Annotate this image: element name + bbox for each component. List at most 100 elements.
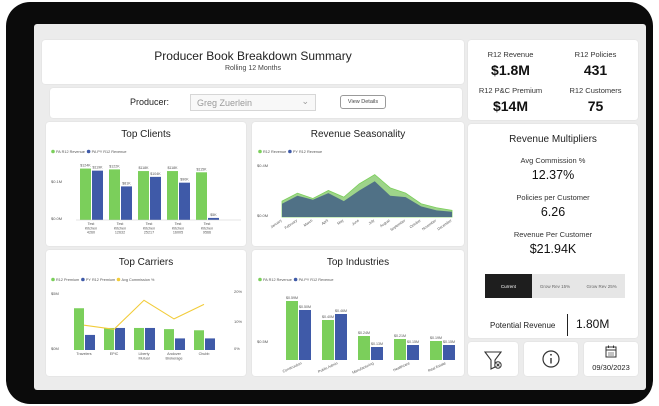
y-tick-label: $0.4M — [257, 163, 268, 168]
multiplier-label: Avg Commission % — [520, 156, 586, 165]
bar — [430, 341, 442, 360]
data-label: $118K — [138, 166, 149, 170]
scenario-grow-25-button[interactable]: Grow Rev 25% — [578, 274, 625, 298]
producer-dropdown[interactable]: Greg Zuerlein ⌄ — [190, 94, 316, 111]
data-label: $0.19M — [430, 336, 442, 340]
bar — [74, 308, 84, 350]
producer-label: Producer: — [130, 97, 170, 107]
bar — [85, 334, 95, 350]
kpi-r12-customers: R12 Customers 75 — [553, 86, 638, 114]
data-label: $90K — [180, 178, 189, 182]
page-subtitle: Rolling 12 Months — [224, 65, 282, 72]
reset-filters-button[interactable] — [468, 342, 518, 376]
x-tick-label: 9566 — [203, 231, 211, 235]
legend-label: R12 Premium — [56, 278, 79, 282]
data-label: $0.59M — [286, 296, 298, 300]
x-tick-label: November — [421, 218, 438, 231]
kpi-label: R12 Policies — [574, 50, 617, 59]
legend-label: PY R12 Revenue — [293, 150, 322, 154]
legend-marker — [86, 149, 91, 154]
kpi-r12-pc-premium: R12 P&C Premium $14M — [468, 86, 553, 114]
data-label: $118K — [167, 166, 178, 170]
kpi-r12-policies: R12 Policies 431 — [553, 50, 638, 78]
kpi-card: R12 Revenue $1.8M R12 Policies 431 R12 P… — [468, 40, 638, 120]
data-label: $0.21M — [394, 334, 406, 338]
legend-marker — [288, 149, 292, 154]
data-label: $122K — [109, 164, 120, 168]
bar — [286, 301, 298, 360]
x-tick-label: Construction — [282, 361, 302, 373]
date-card: 09/30/2023 — [584, 342, 638, 376]
x-tick-label: June — [351, 219, 360, 227]
data-label: $115K — [196, 167, 207, 171]
bar — [194, 330, 204, 350]
legend-marker — [293, 277, 298, 282]
multiplier-value: 6.26 — [540, 205, 566, 219]
kpi-value: 75 — [587, 98, 604, 114]
x-tick-label: Manufacturing — [352, 361, 375, 375]
producer-value: Greg Zuerlein — [197, 98, 253, 108]
chevron-down-icon: ⌄ — [301, 96, 309, 106]
multiplier-policies-per-customer: Policies per Customer 6.26 — [468, 193, 638, 219]
info-icon — [542, 350, 560, 368]
data-label: $104K — [150, 172, 161, 176]
y-tick-label: $5M — [51, 291, 59, 296]
dashboard-screen: Producer Book Breakdown Summary Rolling … — [34, 24, 646, 390]
bar — [150, 176, 161, 220]
bar — [322, 320, 334, 360]
x-tick-label: Travelers — [76, 352, 91, 356]
potential-revenue: Potential Revenue 1.80M — [468, 312, 638, 336]
data-label: $124K — [80, 164, 91, 168]
bar — [164, 329, 174, 350]
legend-label: PA R12 Revenue — [56, 150, 85, 154]
top-clients-svg: PA R12 Revenue PA PY R12 Revenue $0.1M $0.0… — [51, 149, 241, 235]
y-tick-label: $0.1M — [51, 179, 62, 184]
kpi-value: 431 — [583, 62, 608, 78]
data-label: $0.24M — [358, 331, 370, 335]
legend-marker — [51, 277, 55, 282]
legend-label: PY R12 Premium — [86, 278, 115, 282]
x-tick-label: July — [368, 218, 376, 225]
data-label: $0.50M — [299, 305, 311, 309]
x-tick-label: March — [303, 219, 313, 228]
bar — [138, 171, 149, 220]
bar — [394, 339, 406, 360]
scenario-current-button[interactable]: Current — [485, 274, 532, 298]
data-label: $0.15M — [443, 340, 455, 344]
kpi-r12-revenue: R12 Revenue $1.8M — [468, 50, 553, 78]
top-clients-chart: Top Clients PA R12 Revenue PA PY R12 Reve… — [46, 122, 246, 246]
producer-filter-bar: Producer: Greg Zuerlein ⌄ View Details — [50, 88, 462, 118]
top-carriers-svg: R12 Premium PY R12 Premium Avg Commission … — [51, 277, 242, 360]
data-label: $0.40M — [322, 315, 334, 319]
kpi-value: $14M — [492, 98, 529, 114]
legend-label: PA R12 Revenue — [263, 278, 292, 282]
top-industries-svg: PA R12 Revenue PA PY R12 Revenue $0.5M $0.5… — [257, 277, 455, 375]
view-details-button[interactable]: View Details — [340, 95, 386, 109]
x-tick-label: April — [321, 218, 329, 226]
legend-label: Avg Commission % — [122, 278, 155, 282]
bar — [179, 182, 190, 220]
y-tick-label: $0M — [51, 346, 59, 351]
bar — [115, 327, 125, 350]
multiplier-avg-commission: Avg Commission % 12.37% — [468, 156, 638, 182]
x-tick-label: October — [409, 218, 422, 229]
data-label: $119K — [92, 166, 103, 170]
scenario-grow-15-button[interactable]: Grow Rev 15% — [532, 274, 579, 298]
revenue-multipliers-card: Revenue Multipliers Avg Commission % 12.… — [468, 124, 638, 338]
kpi-label: R12 Customers — [569, 86, 622, 95]
revenue-seasonality-chart: Revenue Seasonality R12 Revenue PY R12 Re… — [252, 122, 464, 246]
legend-marker — [51, 149, 55, 154]
bar — [167, 171, 178, 220]
page-title: Producer Book Breakdown Summary — [154, 49, 352, 63]
bar — [358, 336, 370, 360]
line-avg-commission — [83, 299, 205, 330]
bar — [109, 169, 120, 220]
info-button[interactable] — [524, 342, 578, 376]
bar — [104, 327, 114, 350]
multiplier-label: Policies per Customer — [516, 193, 590, 202]
revenue-seasonality-svg: R12 Revenue PY R12 Revenue $0.4M $0.0MJanua… — [257, 149, 453, 232]
x-tick-label: 25217 — [144, 231, 154, 235]
multiplier-label: Revenue Per Customer — [513, 230, 593, 239]
filter-reset-icon — [483, 351, 503, 370]
data-label: $81K — [122, 181, 131, 185]
